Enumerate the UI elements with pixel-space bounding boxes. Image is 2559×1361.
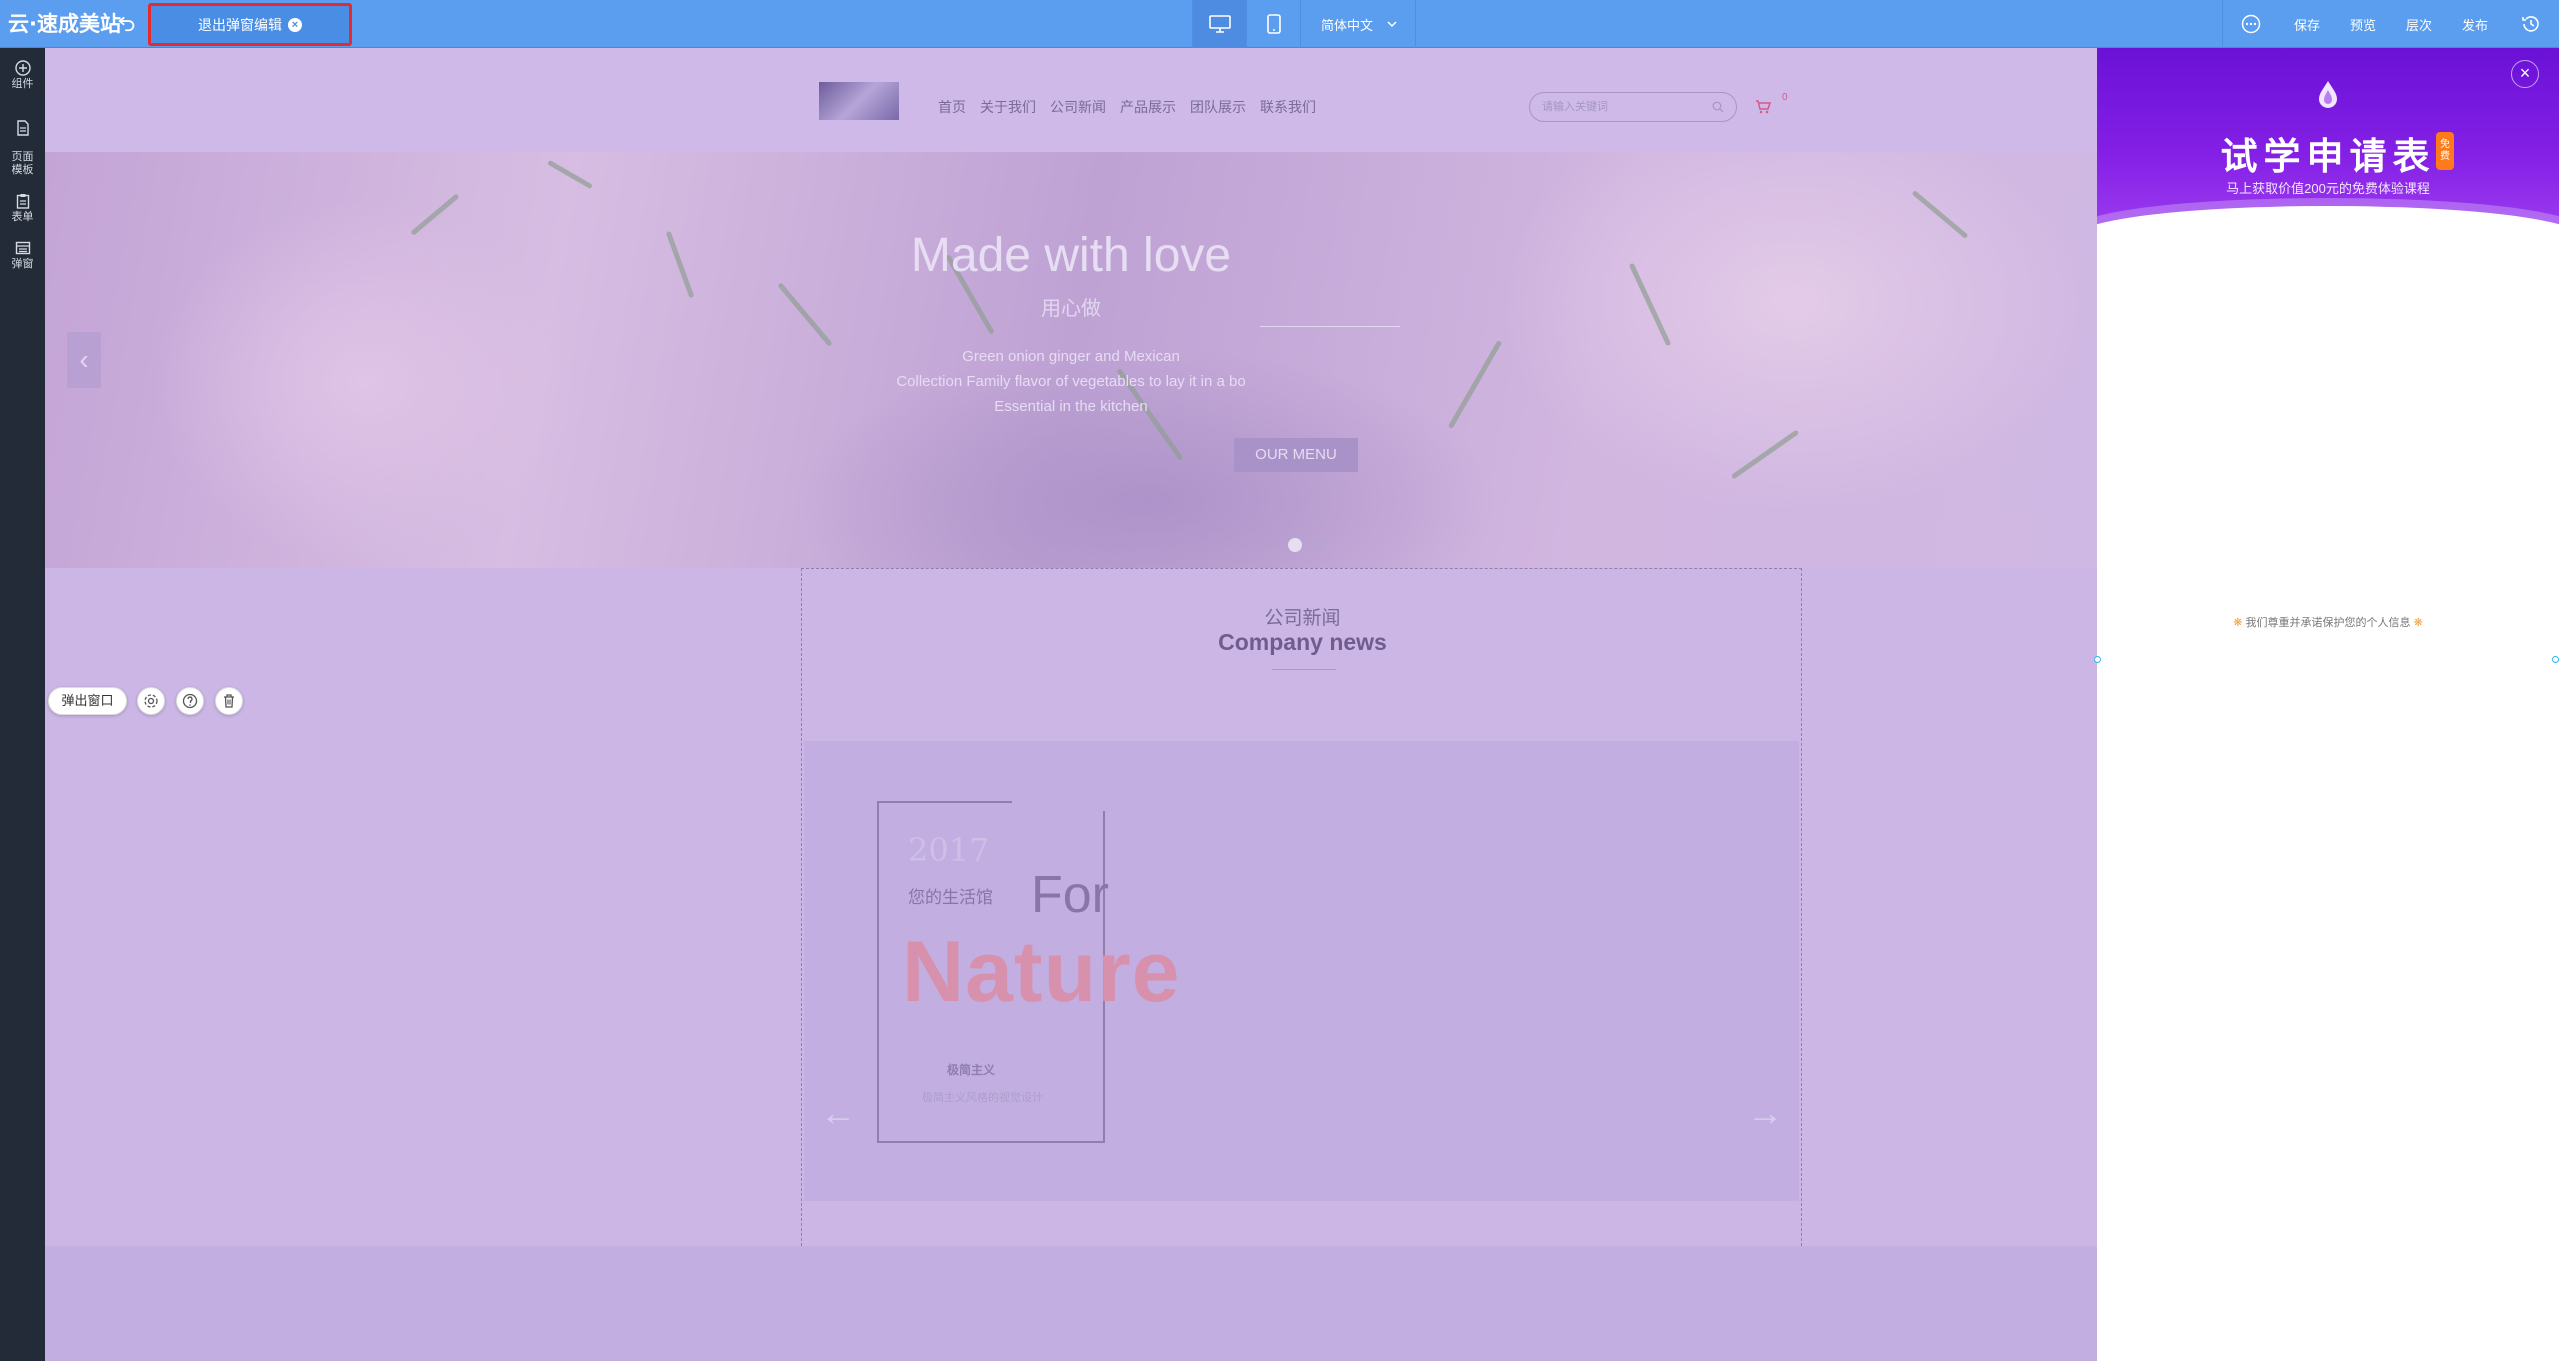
- nav-item-news[interactable]: 公司新闻: [1050, 97, 1106, 117]
- news-title-cn: 公司新闻: [1264, 608, 1341, 629]
- slide-life-text: 您的生活馆: [908, 888, 993, 907]
- nav-item-about[interactable]: 关于我们: [980, 97, 1036, 117]
- search-icon: [1712, 101, 1724, 113]
- top-toolbar: 云·速成美站 退出弹窗编辑 × 简体中文 保存 预览 层次 发布: [0, 0, 2559, 48]
- news-title-en: Company news: [1218, 629, 1387, 655]
- nav-item-team[interactable]: 团队展示: [1190, 97, 1246, 117]
- slide-year: 2017: [908, 831, 990, 869]
- mobile-view-button[interactable]: [1246, 0, 1300, 48]
- site-search-input[interactable]: 请输入关键词: [1529, 92, 1737, 122]
- publish-button[interactable]: 发布: [2447, 0, 2503, 48]
- popup-delete-button[interactable]: [215, 687, 243, 715]
- exit-popup-edit-button[interactable]: 退出弹窗编辑 ×: [148, 3, 352, 46]
- slide-prev-button[interactable]: ←: [810, 1083, 866, 1143]
- save-button[interactable]: 保存: [2279, 0, 2335, 48]
- slide-minimal-title: 极简主义: [947, 1063, 996, 1077]
- slide-minimal-subtitle: 极简主义风格的视觉设计: [922, 1092, 1043, 1104]
- layers-button[interactable]: 层次: [2391, 0, 2447, 48]
- sidebar-item-forms[interactable]: 表单: [0, 181, 45, 228]
- cart-count: 0: [1782, 92, 1788, 103]
- chevron-down-icon: [1387, 21, 1397, 28]
- history-icon: [2522, 16, 2539, 32]
- popup-help-button[interactable]: [176, 687, 204, 715]
- site-nav: 首页 关于我们 公司新闻 产品展示 团队展示 联系我们: [938, 97, 1316, 117]
- our-menu-button[interactable]: OUR MENU: [1234, 438, 1358, 472]
- right-toolbar: 保存 预览 层次 发布: [2222, 0, 2559, 48]
- privacy-note: ❋ 我们尊重并承诺保护您的个人信息 ❋: [2097, 614, 2559, 630]
- hero-divider: [1260, 326, 1400, 327]
- slide-nature-text: Nature: [902, 924, 1181, 1020]
- site-header: 首页 关于我们 公司新闻 产品展示 团队展示 联系我们 请输入关键词 0: [45, 48, 2097, 152]
- more-button[interactable]: [2223, 0, 2279, 48]
- more-icon: [2241, 14, 2261, 34]
- mobile-icon: [1266, 14, 1281, 34]
- nav-item-products[interactable]: 产品展示: [1120, 97, 1176, 117]
- popup-icon: [15, 241, 30, 255]
- frame-gap: [1012, 801, 1162, 811]
- company-news-section[interactable]: 公司新闻 Company news ← → MINIMALIST STYLE 2…: [801, 568, 1802, 1361]
- hero-desc-line: Essential in the kitchen: [994, 398, 1148, 415]
- trash-icon: [224, 694, 234, 708]
- hero-dot[interactable]: [1312, 538, 1326, 552]
- sidebar-item-popups[interactable]: 弹窗: [0, 228, 45, 275]
- history-button[interactable]: [2503, 0, 2559, 48]
- popup-window-tag[interactable]: 弹出窗口: [48, 687, 127, 715]
- sidebar-item-label: 弹窗: [11, 258, 34, 270]
- star-icon: ❋: [2413, 617, 2423, 629]
- sidebar-item-label: 组件: [11, 78, 34, 90]
- herb-decoration: [547, 159, 593, 190]
- desktop-icon: [1208, 15, 1231, 33]
- close-icon: ×: [288, 17, 302, 32]
- page-icon: [16, 120, 29, 136]
- resize-handle-left[interactable]: [2094, 656, 2101, 663]
- hero-subtitle: 用心做: [1041, 298, 1101, 320]
- popup-window[interactable]: 试学申请表 免费 马上获取价值200元的免费体验课程 × ❋ 我们尊重并承诺保护…: [2097, 48, 2559, 1361]
- hero-desc-line: Green onion ginger and Mexican: [962, 348, 1180, 365]
- slide-next-button[interactable]: →: [1737, 1083, 1793, 1143]
- popup-subtitle: 马上获取价值200元的免费体验课程: [2226, 181, 2430, 196]
- hero-title: Made with love: [910, 229, 1232, 282]
- bottom-section: [45, 1246, 2097, 1361]
- herb-decoration: [1730, 429, 1800, 480]
- star-icon: ❋: [2233, 617, 2243, 629]
- cart-icon[interactable]: [1755, 100, 1771, 114]
- language-select[interactable]: 简体中文: [1300, 0, 1416, 48]
- slide-for-text: For: [1031, 866, 1109, 924]
- flame-icon: [2319, 81, 2337, 108]
- hero-desc-line: Collection Family flavor of vegetables t…: [896, 373, 1246, 390]
- resize-handle-right[interactable]: [2552, 656, 2559, 663]
- free-badge: 免费: [2436, 132, 2454, 170]
- popup-header: 试学申请表 免费 马上获取价值200元的免费体验课程 ×: [2097, 48, 2559, 230]
- popup-close-button[interactable]: ×: [2511, 60, 2539, 88]
- device-switcher: [1192, 0, 1300, 48]
- sidebar-item-label: 表单: [11, 211, 34, 223]
- site-logo: [819, 82, 899, 120]
- privacy-text: 我们尊重并承诺保护您的个人信息: [2245, 617, 2411, 629]
- left-sidebar: 组件 页面 模板 表单 弹窗: [0, 48, 45, 1361]
- hero-dot-active[interactable]: [1288, 538, 1302, 552]
- hero-description: Green onion ginger and Mexican Collectio…: [45, 344, 2097, 419]
- news-divider: [1272, 669, 1336, 670]
- nav-item-home[interactable]: 首页: [938, 97, 966, 117]
- language-value: 简体中文: [1321, 17, 1374, 33]
- sidebar-item-label: 页面 模板: [11, 151, 34, 176]
- undo-icon[interactable]: [116, 11, 140, 35]
- exit-popup-edit-label: 退出弹窗编辑: [198, 16, 282, 33]
- nav-item-contact[interactable]: 联系我们: [1260, 97, 1316, 117]
- popup-title: 试学申请表: [2220, 134, 2436, 178]
- sidebar-item-page-templates[interactable]: 页面 模板: [0, 95, 45, 181]
- sidebar-item-components[interactable]: 组件: [0, 48, 45, 95]
- plus-circle-icon: [14, 60, 31, 76]
- search-placeholder: 请输入关键词: [1542, 101, 1608, 113]
- preview-button[interactable]: 预览: [2335, 0, 2391, 48]
- desktop-view-button[interactable]: [1192, 0, 1246, 48]
- hero-banner: ‹ Made with love 用心做 Green onion ginger …: [45, 152, 2097, 568]
- hero-pagination: [1288, 538, 1326, 552]
- popup-settings-button[interactable]: [137, 687, 165, 715]
- app-logo: 云·速成美站: [8, 12, 121, 36]
- help-icon: [182, 693, 198, 709]
- gear-icon: [144, 694, 158, 708]
- clipboard-icon: [16, 194, 29, 209]
- editor-canvas: 首页 关于我们 公司新闻 产品展示 团队展示 联系我们 请输入关键词 0 ‹ M…: [45, 48, 2097, 1361]
